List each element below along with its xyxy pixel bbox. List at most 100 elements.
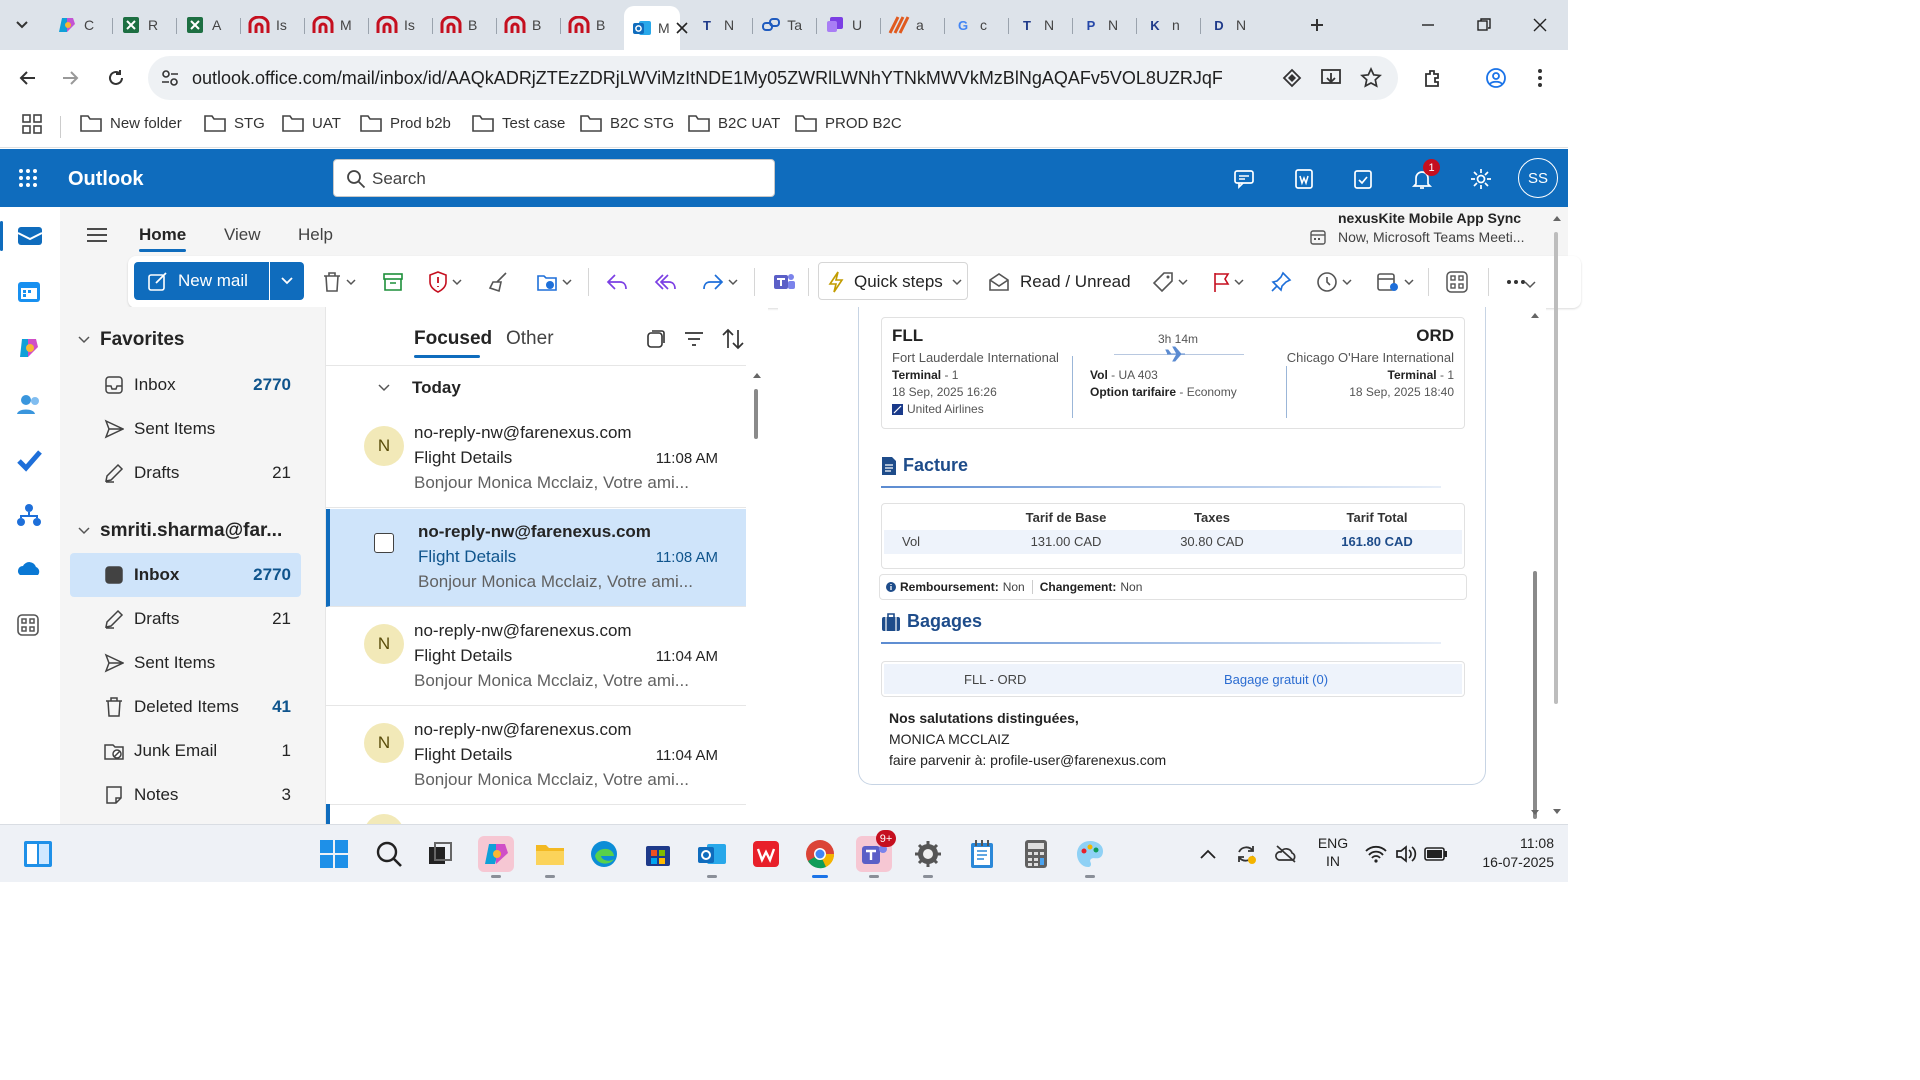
bookmark-item[interactable]: New folder (80, 114, 182, 132)
folder-item-drafts[interactable]: Drafts 21 (70, 451, 301, 495)
taskbar-chrome[interactable] (802, 836, 838, 878)
org-explorer-icon[interactable] (16, 503, 44, 531)
bookmark-item[interactable]: Test case (472, 114, 565, 132)
page-scrollbar[interactable] (1554, 232, 1558, 704)
extension-diamond-icon[interactable] (1282, 68, 1302, 88)
taskbar-teams[interactable]: 9+ (856, 830, 896, 878)
taskbar-copilot[interactable] (478, 836, 514, 878)
taskbar-calculator[interactable] (1018, 836, 1054, 872)
browser-tab[interactable]: R (112, 7, 170, 43)
browser-menu-button[interactable] (1524, 62, 1556, 94)
teams-share-button[interactable] (772, 270, 796, 294)
people-app-icon[interactable] (16, 391, 44, 419)
tasks-button[interactable] (1349, 165, 1377, 193)
folder-item-junk-email[interactable]: Junk Email 1 (70, 729, 301, 773)
tab-view[interactable]: View (224, 225, 261, 245)
bookmark-item[interactable]: B2C UAT (688, 114, 780, 132)
message-checkbox[interactable] (374, 533, 394, 553)
more-apps-icon[interactable] (16, 613, 44, 641)
reader-scroll-up[interactable] (1530, 311, 1540, 319)
taskbar-wps[interactable] (748, 836, 784, 872)
browser-tab[interactable]: M (624, 6, 688, 50)
folder-item-sent-items[interactable]: Sent Items (70, 641, 301, 685)
report-button[interactable] (428, 270, 462, 294)
settings-button[interactable] (1467, 165, 1495, 193)
reload-button[interactable] (100, 62, 132, 94)
notifications-button[interactable]: 1 (1408, 159, 1440, 193)
tab-focused[interactable]: Focused (414, 328, 492, 350)
minimize-button[interactable] (1400, 8, 1456, 42)
sweep-button[interactable] (488, 270, 510, 294)
install-app-icon[interactable] (1320, 67, 1342, 89)
page-scroll-up[interactable] (1552, 214, 1562, 222)
sync-tray-icon[interactable] (1228, 836, 1264, 872)
folder-item-notes[interactable]: Notes 3 (70, 773, 301, 817)
browser-tab[interactable]: B (432, 7, 490, 43)
message-item[interactable]: Nno-reply-nw@farenexus.com Flight Detail… (326, 707, 746, 805)
browser-tab[interactable]: K n (1136, 7, 1194, 43)
extensions-button[interactable] (1416, 62, 1448, 94)
list-scroll-up[interactable] (752, 371, 762, 379)
tab-help[interactable]: Help (298, 225, 333, 245)
onedrive-tray-icon[interactable] (1268, 836, 1304, 872)
site-info-icon[interactable] (160, 68, 180, 88)
calendar-app-icon[interactable] (16, 279, 44, 307)
filter-icon[interactable] (684, 330, 704, 348)
browser-tab[interactable]: T N (1008, 7, 1066, 43)
bookmark-item[interactable]: B2C STG (580, 114, 674, 132)
mail-app-icon[interactable] (16, 223, 44, 251)
taskbar-outlook[interactable] (694, 836, 730, 878)
categorize-button[interactable] (1152, 270, 1188, 294)
apps-grid-icon[interactable] (22, 114, 42, 134)
hamburger-menu-icon[interactable] (86, 227, 108, 243)
read-unread-button[interactable]: Read / Unread (988, 270, 1131, 294)
archive-button[interactable] (382, 270, 404, 294)
pin-button[interactable] (1270, 270, 1292, 294)
browser-tab[interactable]: U (816, 7, 874, 43)
favorites-header[interactable]: Favorites (78, 329, 184, 351)
sort-icon[interactable] (722, 328, 744, 350)
bookmark-item[interactable]: STG (204, 114, 265, 132)
snooze-button[interactable] (1316, 270, 1352, 294)
sender-avatar[interactable]: N (364, 624, 404, 664)
taskbar-file-explorer[interactable] (532, 836, 568, 878)
message-item[interactable]: Nno-reply-nw@farenexus.com Flight Detail… (326, 608, 746, 706)
apps-button[interactable] (1446, 270, 1468, 294)
browser-tab[interactable]: A (176, 7, 234, 43)
forward-mail-button[interactable] (702, 270, 738, 294)
bookmark-item[interactable]: Prod b2b (360, 114, 451, 132)
message-item[interactable]: Nno-reply-nw@farenexus.com Flight Detail… (326, 410, 746, 508)
folder-item-deleted-items[interactable]: Deleted Items 41 (70, 685, 301, 729)
copilot-app-icon[interactable] (16, 335, 44, 363)
taskbar-settings[interactable] (910, 836, 946, 878)
word-button[interactable] (1290, 165, 1318, 193)
reply-all-button[interactable] (654, 270, 678, 294)
bookmark-item[interactable]: UAT (282, 114, 341, 132)
language-indicator[interactable]: ENG IN (1316, 835, 1350, 869)
select-mode-icon[interactable] (646, 329, 666, 349)
user-avatar[interactable]: SS (1518, 158, 1558, 198)
show-hidden-icons[interactable] (1190, 836, 1226, 872)
taskbar-edge[interactable] (586, 836, 622, 872)
taskbar-store[interactable] (640, 836, 676, 872)
volume-tray-icon[interactable] (1390, 836, 1422, 872)
ribbon-collapse-button[interactable] (1524, 281, 1536, 289)
taskbar-paint[interactable] (1072, 836, 1108, 878)
browser-tab[interactable]: D N (1200, 7, 1258, 43)
task-view-button[interactable] (422, 836, 458, 872)
todo-app-icon[interactable] (16, 447, 44, 475)
tab-other[interactable]: Other (506, 328, 554, 350)
folder-item-inbox[interactable]: Inbox 2770 (70, 363, 301, 407)
browser-tab[interactable]: B (560, 7, 618, 43)
folder-item-inbox[interactable]: Inbox 2770 (70, 553, 301, 597)
flag-button[interactable] (1212, 270, 1244, 294)
onedrive-app-icon[interactable] (16, 559, 44, 587)
reader-scrollbar-thumb[interactable] (1533, 571, 1537, 819)
new-mail-button[interactable]: New mail (134, 262, 269, 300)
app-launcher-icon[interactable] (18, 168, 38, 188)
account-header[interactable]: smriti.sharma@far... (78, 520, 282, 542)
forward-button[interactable] (54, 62, 86, 94)
battery-tray-icon[interactable] (1420, 836, 1452, 872)
browser-tab[interactable]: C (48, 7, 106, 43)
wifi-tray-icon[interactable] (1360, 836, 1392, 872)
